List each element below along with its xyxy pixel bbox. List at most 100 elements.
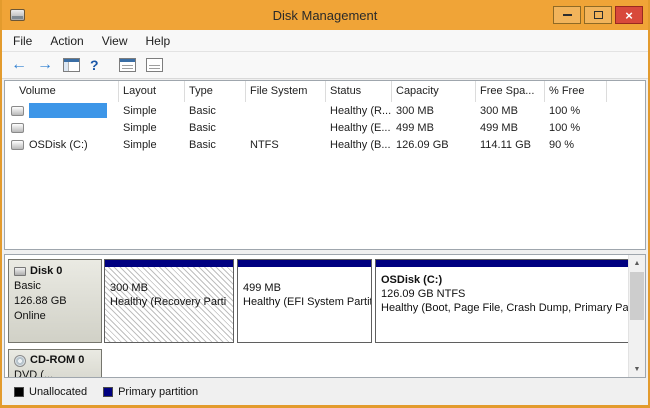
type-cell: Basic bbox=[185, 122, 246, 134]
disk-size: 126.88 GB bbox=[14, 294, 96, 309]
volume-row-recovery[interactable]: Simple Basic Healthy (R... 300 MB 300 MB… bbox=[5, 102, 645, 119]
titlebar[interactable]: Disk Management × bbox=[2, 0, 648, 30]
partition-color-strip bbox=[376, 260, 643, 267]
back-icon[interactable]: ← bbox=[11, 57, 27, 73]
views-icon-rows bbox=[122, 65, 133, 69]
partition-recovery[interactable]: 300 MB Healthy (Recovery Parti bbox=[104, 259, 234, 343]
disk0-partitions: 300 MB Healthy (Recovery Parti 499 MB He… bbox=[104, 259, 644, 343]
type-cell: Basic bbox=[185, 105, 246, 117]
partition-size: 499 MB bbox=[243, 281, 366, 295]
column-free-space[interactable]: Free Spa... bbox=[476, 81, 545, 102]
volume-list: Volume Layout Type File System Status Ca… bbox=[4, 80, 646, 250]
column-percent-free[interactable]: % Free bbox=[545, 81, 607, 102]
partition-osdisk[interactable]: OSDisk (C:) 126.09 GB NTFS Healthy (Boot… bbox=[375, 259, 644, 343]
partition-status: Healthy (Recovery Parti bbox=[110, 295, 228, 309]
views-icon[interactable] bbox=[119, 58, 136, 72]
properties-icon-rows bbox=[149, 65, 160, 69]
selection-highlight bbox=[29, 103, 107, 118]
disk-icon bbox=[14, 267, 26, 276]
legend-primary-partition: Primary partition bbox=[103, 386, 198, 398]
layout-cell: Simple bbox=[119, 122, 185, 134]
percent-free-cell: 90 % bbox=[545, 139, 607, 151]
minimize-button[interactable] bbox=[553, 6, 581, 24]
volume-cell bbox=[5, 123, 119, 133]
legend-bar: Unallocated Primary partition bbox=[4, 378, 646, 405]
cdrom-title: CD-ROM 0 bbox=[14, 353, 96, 368]
menu-help[interactable]: Help bbox=[137, 31, 180, 51]
partition-color-strip bbox=[105, 260, 233, 267]
toolbar: ← → ? bbox=[2, 52, 648, 79]
status-cell: Healthy (E... bbox=[326, 122, 392, 134]
free-space-cell: 499 MB bbox=[476, 122, 545, 134]
column-filler bbox=[607, 81, 645, 102]
column-type[interactable]: Type bbox=[185, 81, 246, 102]
free-space-cell: 114.11 GB bbox=[476, 139, 545, 151]
type-cell: Basic bbox=[185, 139, 246, 151]
volume-cell: OSDisk (C:) bbox=[5, 139, 119, 151]
volume-name: OSDisk (C:) bbox=[29, 139, 88, 151]
drive-icon bbox=[11, 140, 24, 150]
scroll-down-icon[interactable]: ▼ bbox=[629, 361, 645, 377]
cdrom-label[interactable]: CD-ROM 0 DVD (... bbox=[8, 349, 102, 378]
close-icon: × bbox=[625, 9, 633, 22]
legend-unallocated: Unallocated bbox=[14, 386, 87, 398]
primary-partition-swatch-icon bbox=[103, 387, 113, 397]
volume-list-header: Volume Layout Type File System Status Ca… bbox=[5, 81, 645, 102]
unallocated-swatch-icon bbox=[14, 387, 24, 397]
percent-free-cell: 100 % bbox=[545, 122, 607, 134]
layout-cell: Simple bbox=[119, 105, 185, 117]
free-space-cell: 300 MB bbox=[476, 105, 545, 117]
disk0-label[interactable]: Disk 0 Basic 126.88 GB Online bbox=[8, 259, 102, 343]
disk0-title: Disk 0 bbox=[14, 264, 96, 279]
drive-icon bbox=[11, 123, 24, 133]
volume-cell bbox=[5, 103, 119, 118]
column-volume[interactable]: Volume bbox=[5, 81, 119, 102]
capacity-cell: 300 MB bbox=[392, 105, 476, 117]
partition-size: 300 MB bbox=[110, 281, 228, 295]
column-layout[interactable]: Layout bbox=[119, 81, 185, 102]
drive-icon bbox=[11, 106, 24, 116]
forward-icon[interactable]: → bbox=[37, 57, 53, 73]
partition-name: OSDisk (C:) bbox=[381, 273, 638, 287]
file-system-cell: NTFS bbox=[246, 139, 326, 151]
help-icon[interactable]: ? bbox=[90, 57, 99, 73]
volume-row-efi[interactable]: Simple Basic Healthy (E... 499 MB 499 MB… bbox=[5, 119, 645, 136]
disk-type: Basic bbox=[14, 279, 96, 294]
cdrom-row: CD-ROM 0 DVD (... bbox=[8, 349, 624, 378]
legend-label: Primary partition bbox=[118, 386, 198, 398]
partition-info: OSDisk (C:) 126.09 GB NTFS Healthy (Boot… bbox=[376, 267, 643, 315]
partition-status: Healthy (EFI System Partit bbox=[243, 295, 366, 309]
scroll-up-icon[interactable]: ▲ bbox=[629, 255, 645, 271]
scrollbar-thumb[interactable] bbox=[630, 272, 644, 320]
menu-view[interactable]: View bbox=[93, 31, 137, 51]
column-status[interactable]: Status bbox=[326, 81, 392, 102]
menu-action[interactable]: Action bbox=[41, 31, 92, 51]
menu-bar: File Action View Help bbox=[2, 30, 648, 52]
window-controls: × bbox=[550, 6, 643, 24]
capacity-cell: 126.09 GB bbox=[392, 139, 476, 151]
status-cell: Healthy (B... bbox=[326, 139, 392, 151]
partition-info: 499 MB Healthy (EFI System Partit bbox=[238, 267, 371, 309]
disk0-row: Disk 0 Basic 126.88 GB Online 300 MB Hea… bbox=[8, 259, 624, 343]
console-tree-icon[interactable] bbox=[63, 58, 80, 72]
cdrom-name: CD-ROM 0 bbox=[30, 353, 84, 368]
volume-row-osdisk[interactable]: OSDisk (C:) Simple Basic NTFS Healthy (B… bbox=[5, 136, 645, 153]
app-icon bbox=[10, 9, 25, 21]
menu-file[interactable]: File bbox=[4, 31, 41, 51]
disk-status: Online bbox=[14, 309, 96, 324]
partition-efi[interactable]: 499 MB Healthy (EFI System Partit bbox=[237, 259, 372, 343]
column-capacity[interactable]: Capacity bbox=[392, 81, 476, 102]
views-icon-bar bbox=[120, 59, 135, 62]
partition-size: 126.09 GB NTFS bbox=[381, 287, 638, 301]
partition-status: Healthy (Boot, Page File, Crash Dump, Pr… bbox=[381, 301, 638, 315]
status-cell: Healthy (R... bbox=[326, 105, 392, 117]
maximize-button[interactable] bbox=[584, 6, 612, 24]
maximize-icon bbox=[594, 11, 603, 19]
layout-cell: Simple bbox=[119, 139, 185, 151]
close-button[interactable]: × bbox=[615, 6, 643, 24]
properties-icon[interactable] bbox=[146, 58, 163, 72]
vertical-scrollbar[interactable]: ▲ ▼ bbox=[628, 255, 645, 377]
disk-management-window: Disk Management × File Action View Help … bbox=[0, 0, 650, 408]
column-file-system[interactable]: File System bbox=[246, 81, 326, 102]
percent-free-cell: 100 % bbox=[545, 105, 607, 117]
